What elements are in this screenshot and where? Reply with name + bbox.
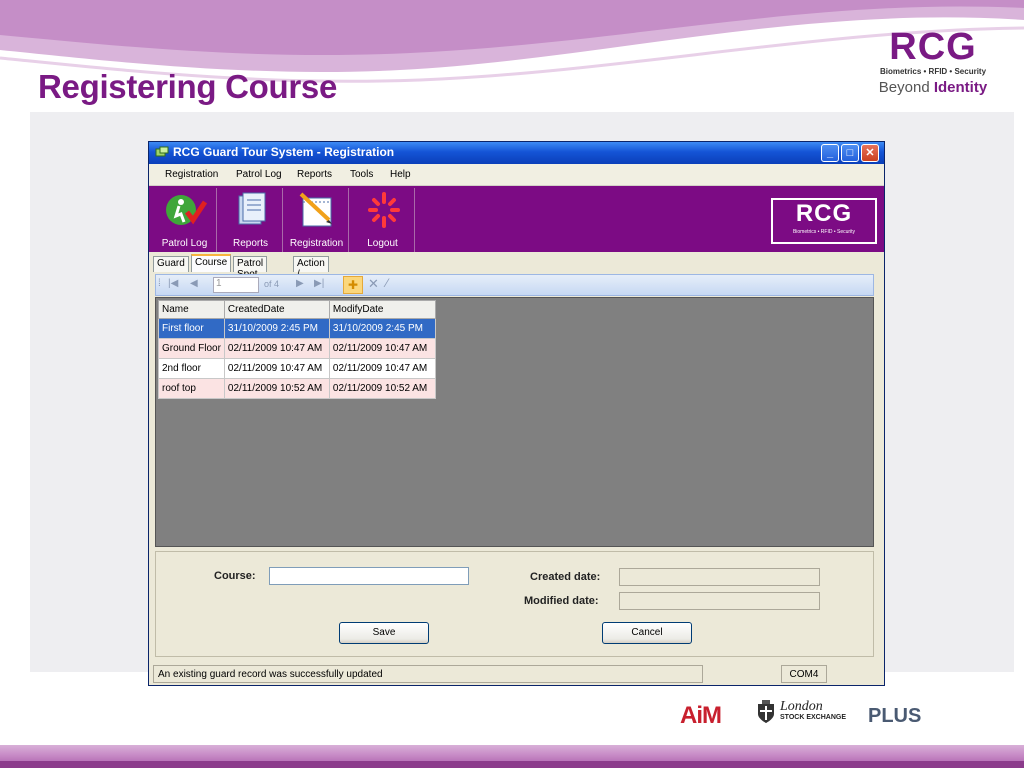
reports-icon <box>238 192 266 225</box>
modified-date-label: Modified date: <box>524 595 599 607</box>
toolbar-label: Patrol Log <box>161 238 208 249</box>
cell-modify-date[interactable]: 02/11/2009 10:47 AM <box>328 338 436 359</box>
toolbar-label: Reports <box>232 238 268 249</box>
move-first-icon[interactable]: |◀ <box>168 278 178 289</box>
lse-line-1: London <box>780 699 823 714</box>
edit-icon[interactable]: ⁄ <box>386 276 388 290</box>
registration-icon <box>299 192 332 227</box>
add-new-icon[interactable]: ✚ <box>343 276 363 294</box>
tab-action-event[interactable]: Action / Event <box>293 256 329 291</box>
cell-name[interactable]: roof top <box>158 378 225 399</box>
cell-created-date[interactable]: 02/11/2009 10:47 AM <box>223 338 330 359</box>
banner-logo-subtitle: Biometrics • RFID • Security <box>792 229 856 235</box>
cell-modify-date[interactable]: 31/10/2009 2:45 PM <box>328 318 436 339</box>
table-row[interactable]: Ground Floor 02/11/2009 10:47 AM 02/11/2… <box>158 338 436 359</box>
move-previous-icon[interactable]: ◀ <box>190 278 198 289</box>
cell-modify-date[interactable]: 02/11/2009 10:47 AM <box>328 358 436 379</box>
menu-registration[interactable]: Registration <box>165 169 218 180</box>
lse-line-2: STOCK EXCHANGE <box>780 714 846 721</box>
footer-band <box>0 745 1024 768</box>
slide: Registering Course RCG Biometrics • RFID… <box>0 0 1024 768</box>
menu-bar: Registration Patrol Log Reports Tools He… <box>149 164 884 186</box>
slide-title: Registering Course <box>38 68 337 105</box>
banner-logo-name: RCG <box>795 200 853 227</box>
status-port: COM4 <box>781 665 827 683</box>
save-button[interactable]: Save <box>339 622 429 644</box>
tab-guard[interactable]: Guard <box>153 256 189 272</box>
cell-created-date[interactable]: 31/10/2009 2:45 PM <box>223 318 330 339</box>
london-stock-exchange-logo: London STOCK EXCHANGE <box>756 700 846 724</box>
modified-date-field[interactable] <box>619 592 820 610</box>
banner-logo: RCG Biometrics • RFID • Security <box>771 198 877 244</box>
cell-created-date[interactable]: 02/11/2009 10:47 AM <box>223 358 330 379</box>
menu-patrol-log[interactable]: Patrol Log <box>236 169 282 180</box>
course-form: Course: Created date: Modified date: Sav… <box>155 551 874 657</box>
table-row[interactable]: First floor 31/10/2009 2:45 PM 31/10/200… <box>158 318 436 339</box>
course-label: Course: <box>214 570 256 582</box>
created-date-label: Created date: <box>530 571 601 583</box>
footer-band-dark <box>0 761 1024 768</box>
binding-navigator: ⁞ |◀ ◀ 1 of 4 ▶ ▶| ✚ ✕ ⁄ <box>155 274 874 296</box>
status-message: An existing guard record was successfull… <box>153 665 703 683</box>
cell-name[interactable]: Ground Floor <box>158 338 225 359</box>
app-icon <box>155 146 169 157</box>
brand-subtitle: Biometrics • RFID • Security <box>879 67 987 76</box>
close-button[interactable]: ✕ <box>861 144 879 162</box>
column-header-name[interactable]: Name <box>158 300 225 319</box>
column-header-modify-date[interactable]: ModifyDate <box>328 300 436 319</box>
cancel-button[interactable]: Cancel <box>602 622 692 644</box>
delete-icon[interactable]: ✕ <box>368 276 379 292</box>
menu-help[interactable]: Help <box>390 169 411 180</box>
cell-name[interactable]: First floor <box>158 318 225 339</box>
window-title: RCG Guard Tour System - Registration <box>173 145 395 159</box>
toolbar-registration[interactable]: Registration <box>285 188 349 252</box>
cell-modify-date[interactable]: 02/11/2009 10:52 AM <box>328 378 436 399</box>
app-window: RCG Guard Tour System - Registration _ □… <box>148 141 885 686</box>
minimize-button[interactable]: _ <box>821 144 839 162</box>
aim-logo: AiM <box>680 702 722 729</box>
brand-logo: RCG Biometrics • RFID • Security Beyond … <box>868 27 998 97</box>
data-grid-area: Name CreatedDate ModifyDate First floor … <box>155 297 874 547</box>
course-grid: Name CreatedDate ModifyDate First floor … <box>158 300 436 399</box>
course-input[interactable] <box>269 567 469 585</box>
patrol-log-icon <box>166 195 208 225</box>
brand-tagline-2: Identity <box>933 79 988 96</box>
grid-header-row: Name CreatedDate ModifyDate <box>158 300 436 319</box>
tab-course[interactable]: Course <box>191 254 232 272</box>
table-row[interactable]: roof top 02/11/2009 10:52 AM 02/11/2009 … <box>158 378 436 399</box>
toolbar-label: Registration <box>289 238 344 249</box>
move-next-icon[interactable]: ▶ <box>296 278 304 289</box>
toolbar-reports[interactable]: Reports <box>219 188 283 252</box>
logout-icon <box>368 192 400 228</box>
cell-name[interactable]: 2nd floor <box>158 358 225 379</box>
table-row[interactable]: 2nd floor 02/11/2009 10:47 AM 02/11/2009… <box>158 358 436 379</box>
created-date-field[interactable] <box>619 568 820 586</box>
title-bar[interactable]: RCG Guard Tour System - Registration _ □… <box>149 142 884 164</box>
plus-logo: PLUS <box>868 705 922 727</box>
position-input[interactable]: 1 <box>213 277 259 293</box>
brand-tagline: Beyond Identity <box>868 79 998 97</box>
toolbar-patrol-log[interactable]: Patrol Log <box>153 188 217 252</box>
status-bar: An existing guard record was successfull… <box>151 663 882 685</box>
toolbar-label: Logout <box>367 238 398 249</box>
toolbar-logout[interactable]: Logout <box>351 188 415 252</box>
menu-tools[interactable]: Tools <box>350 169 373 180</box>
crest-icon <box>758 700 774 723</box>
cell-created-date[interactable]: 02/11/2009 10:52 AM <box>223 378 330 399</box>
brand-name: RCG <box>889 26 977 68</box>
brand-tagline-1: Beyond <box>878 79 930 96</box>
grip-icon: ⁞ <box>158 278 161 289</box>
menu-reports[interactable]: Reports <box>297 169 332 180</box>
move-last-icon[interactable]: ▶| <box>314 278 324 289</box>
toolbar-banner: Patrol Log Reports Registration Logout R… <box>149 186 884 252</box>
column-header-created-date[interactable]: CreatedDate <box>223 300 330 319</box>
tab-patrol-spot[interactable]: Patrol Spot <box>233 256 268 280</box>
record-count: of 4 <box>264 279 280 289</box>
lse-text: London STOCK EXCHANGE <box>780 699 846 723</box>
maximize-button[interactable]: □ <box>841 144 859 162</box>
